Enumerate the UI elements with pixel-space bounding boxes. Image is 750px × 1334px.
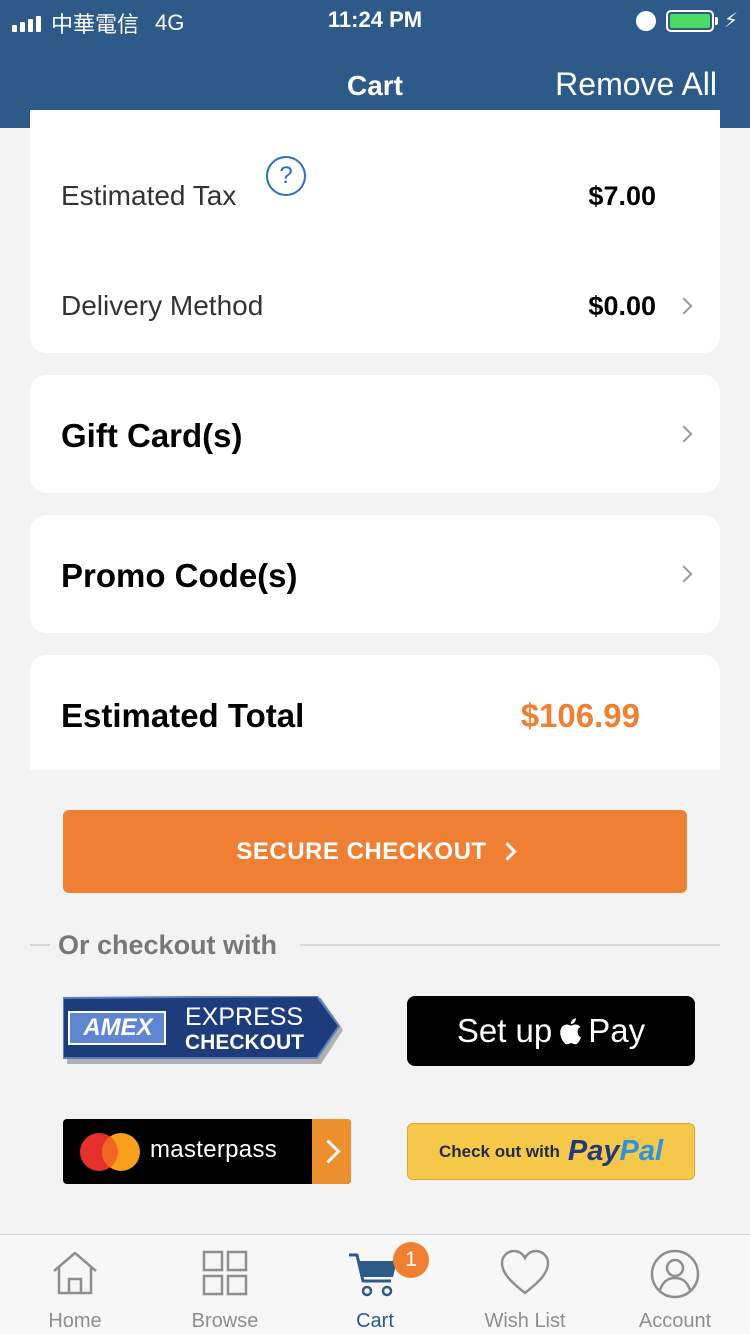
tab-browse-label: Browse: [191, 1310, 259, 1332]
gift-card-label: Gift Card(s): [61, 417, 243, 454]
home-icon: [53, 1251, 97, 1295]
masterpass-text: masterpass: [150, 1136, 278, 1163]
remove-all-button[interactable]: Remove All: [555, 66, 717, 103]
delivery-method-label: Delivery Method: [61, 290, 264, 321]
charging-icon: ⚡: [723, 10, 738, 32]
promo-code-label: Promo Code(s): [61, 557, 298, 594]
chevron-right-icon: [312, 1119, 351, 1184]
secure-checkout-button[interactable]: SECURE CHECKOUT: [63, 810, 687, 893]
tab-cart[interactable]: Cart: [300, 1235, 450, 1334]
help-icon[interactable]: ?: [266, 156, 306, 196]
mastercard-logo-icon: [80, 1133, 140, 1171]
masterpass-button[interactable]: masterpass: [63, 1119, 351, 1184]
tab-browse[interactable]: Browse: [150, 1235, 300, 1334]
amex-brand-text: AMEX: [83, 1014, 153, 1041]
chevron-right-icon: [675, 425, 693, 443]
tab-home-label: Home: [48, 1310, 102, 1332]
alarm-icon: [635, 10, 656, 31]
paypal-prefix: Check out with: [438, 1141, 560, 1161]
account-icon: [650, 1249, 700, 1299]
paypal-button[interactable]: Check out with PayPal: [407, 1123, 695, 1180]
tab-account-label: Account: [638, 1310, 712, 1332]
apple-pay-suffix: Pay: [588, 1012, 646, 1049]
estimated-tax-label: Estimated Tax: [61, 180, 237, 211]
chevron-right-icon: [675, 297, 693, 315]
estimated-tax-value: $7.00: [588, 181, 656, 211]
status-right: ⚡: [635, 8, 738, 33]
tab-account[interactable]: Account: [600, 1235, 750, 1334]
grid-icon: [202, 1250, 248, 1296]
chevron-right-icon: [497, 842, 517, 861]
apple-pay-prefix: Set up: [456, 1012, 553, 1049]
status-bar: 中華電信 4G 11:24 PM ⚡: [0, 0, 750, 40]
apple-logo-icon: [560, 1018, 582, 1045]
apple-pay-button[interactable]: Set up Pay: [407, 996, 695, 1066]
tab-home[interactable]: Home: [0, 1235, 150, 1334]
estimated-total-card: Estimated Total $106.99: [30, 655, 720, 770]
paypal-logo-part2: Pal: [619, 1135, 664, 1167]
chevron-right-icon: [675, 565, 693, 583]
amex-express-text: EXPRESS: [185, 1003, 304, 1031]
secure-checkout-label: SECURE CHECKOUT: [236, 837, 487, 865]
delivery-method-value: $0.00: [588, 291, 656, 321]
estimated-total-label: Estimated Total: [61, 697, 305, 734]
divider-left: [30, 944, 50, 946]
amex-checkout-text: CHECKOUT: [185, 1031, 304, 1054]
heart-icon: [500, 1249, 550, 1295]
paypal-logo-part1: Pay: [567, 1135, 620, 1167]
cart-count-badge: 1: [393, 1242, 429, 1278]
amex-express-checkout-button[interactable]: AMEX EXPRESS CHECKOUT: [62, 994, 345, 1066]
tab-wish-list[interactable]: Wish List: [450, 1235, 600, 1334]
estimated-total-value: $106.99: [520, 697, 640, 734]
battery-icon: [665, 9, 718, 32]
promo-code-row[interactable]: Promo Code(s): [30, 515, 720, 633]
tab-cart-label: Cart: [356, 1310, 394, 1332]
tab-wish-list-label: Wish List: [484, 1310, 566, 1332]
divider-right: [300, 944, 720, 946]
gift-card-row[interactable]: Gift Card(s): [30, 375, 720, 493]
order-summary-card: Estimated Tax ? $7.00 Delivery Method $0…: [30, 110, 720, 353]
or-checkout-label: Or checkout with: [58, 930, 278, 960]
tab-bar: Home Browse Cart 1 Wish List Account: [0, 1234, 750, 1334]
paypal-logo: PayPal: [568, 1135, 663, 1168]
